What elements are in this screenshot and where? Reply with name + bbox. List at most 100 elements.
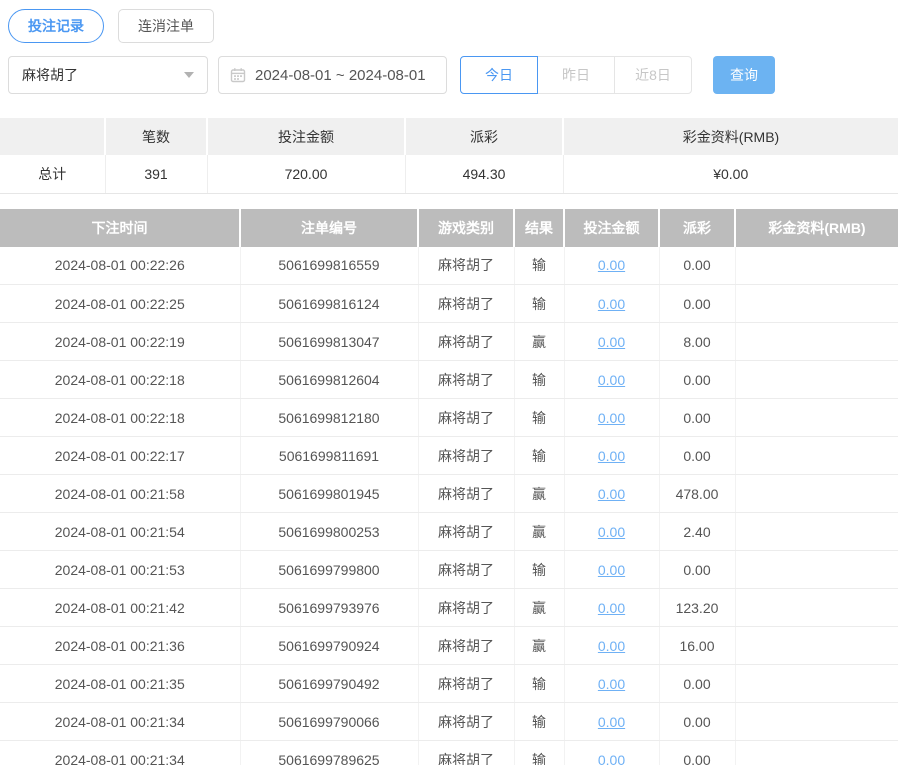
bet-amount-cell: 0.00 bbox=[564, 475, 659, 513]
bet-amount-link[interactable]: 0.00 bbox=[598, 410, 625, 426]
summary-header-row: 笔数 投注金额 派彩 彩金资料(RMB) bbox=[0, 118, 898, 155]
bet-time-cell: 2024-08-01 00:21:35 bbox=[0, 665, 240, 703]
bet-amount-cell: 0.00 bbox=[564, 551, 659, 589]
summary-col-jackpot: 彩金资料(RMB) bbox=[563, 118, 898, 155]
jackpot-cell bbox=[735, 247, 898, 285]
bet-amount-cell: 0.00 bbox=[564, 741, 659, 765]
bet-amount-cell: 0.00 bbox=[564, 399, 659, 437]
table-row: 2024-08-01 00:21:355061699790492麻将胡了输0.0… bbox=[0, 665, 898, 703]
result-cell: 赢 bbox=[514, 627, 564, 665]
order-id-cell: 5061699813047 bbox=[240, 323, 418, 361]
game-type-cell: 麻将胡了 bbox=[418, 589, 514, 627]
payout-cell: 478.00 bbox=[659, 475, 735, 513]
order-id-cell: 5061699790066 bbox=[240, 703, 418, 741]
payout-cell: 2.40 bbox=[659, 513, 735, 551]
bet-amount-link[interactable]: 0.00 bbox=[598, 638, 625, 654]
game-type-cell: 麻将胡了 bbox=[418, 437, 514, 475]
order-id-cell: 5061699812180 bbox=[240, 399, 418, 437]
payout-cell: 0.00 bbox=[659, 551, 735, 589]
bet-amount-link[interactable]: 0.00 bbox=[598, 448, 625, 464]
bet-time-cell: 2024-08-01 00:21:36 bbox=[0, 627, 240, 665]
date-range-input[interactable]: 2024-08-01 ~ 2024-08-01 bbox=[218, 56, 447, 94]
game-type-cell: 麻将胡了 bbox=[418, 741, 514, 765]
col-jackpot: 彩金资料(RMB) bbox=[735, 209, 898, 247]
summary-col-payout: 派彩 bbox=[405, 118, 563, 155]
table-row: 2024-08-01 00:22:185061699812180麻将胡了输0.0… bbox=[0, 399, 898, 437]
result-cell: 输 bbox=[514, 361, 564, 399]
result-cell: 输 bbox=[514, 703, 564, 741]
bet-amount-link[interactable]: 0.00 bbox=[598, 486, 625, 502]
result-cell: 输 bbox=[514, 665, 564, 703]
query-button[interactable]: 查询 bbox=[713, 56, 775, 94]
bet-amount-link[interactable]: 0.00 bbox=[598, 752, 625, 765]
jackpot-cell bbox=[735, 475, 898, 513]
game-type-select[interactable]: 麻将胡了 bbox=[8, 56, 208, 94]
summary-total-label: 总计 bbox=[0, 155, 105, 193]
bet-amount-cell: 0.00 bbox=[564, 627, 659, 665]
order-id-cell: 5061699790492 bbox=[240, 665, 418, 703]
order-id-cell: 5061699812604 bbox=[240, 361, 418, 399]
jackpot-cell bbox=[735, 627, 898, 665]
order-id-cell: 5061699799800 bbox=[240, 551, 418, 589]
bet-amount-link[interactable]: 0.00 bbox=[598, 257, 625, 273]
bet-amount-cell: 0.00 bbox=[564, 247, 659, 285]
game-type-cell: 麻将胡了 bbox=[418, 475, 514, 513]
bet-amount-cell: 0.00 bbox=[564, 361, 659, 399]
range-today-button[interactable]: 今日 bbox=[460, 56, 538, 94]
bet-time-cell: 2024-08-01 00:21:34 bbox=[0, 741, 240, 765]
table-row: 2024-08-01 00:21:425061699793976麻将胡了赢0.0… bbox=[0, 589, 898, 627]
bet-amount-link[interactable]: 0.00 bbox=[598, 600, 625, 616]
col-bet-time: 下注时间 bbox=[0, 209, 240, 247]
table-row: 2024-08-01 00:21:585061699801945麻将胡了赢0.0… bbox=[0, 475, 898, 513]
order-id-cell: 5061699800253 bbox=[240, 513, 418, 551]
bet-amount-link[interactable]: 0.00 bbox=[598, 334, 625, 350]
bet-amount-link[interactable]: 0.00 bbox=[598, 676, 625, 692]
table-row: 2024-08-01 00:22:195061699813047麻将胡了赢0.0… bbox=[0, 323, 898, 361]
col-game-type: 游戏类别 bbox=[418, 209, 514, 247]
game-type-cell: 麻将胡了 bbox=[418, 247, 514, 285]
payout-cell: 0.00 bbox=[659, 703, 735, 741]
tab-bet-records[interactable]: 投注记录 bbox=[8, 9, 104, 43]
summary-col-empty bbox=[0, 118, 105, 155]
table-row: 2024-08-01 00:22:185061699812604麻将胡了输0.0… bbox=[0, 361, 898, 399]
jackpot-cell bbox=[735, 703, 898, 741]
summary-col-count: 笔数 bbox=[105, 118, 207, 155]
bet-time-cell: 2024-08-01 00:21:53 bbox=[0, 551, 240, 589]
bet-amount-cell: 0.00 bbox=[564, 665, 659, 703]
game-type-cell: 麻将胡了 bbox=[418, 513, 514, 551]
jackpot-cell bbox=[735, 323, 898, 361]
jackpot-cell bbox=[735, 551, 898, 589]
payout-cell: 0.00 bbox=[659, 437, 735, 475]
game-type-cell: 麻将胡了 bbox=[418, 551, 514, 589]
table-row: 2024-08-01 00:22:175061699811691麻将胡了输0.0… bbox=[0, 437, 898, 475]
payout-cell: 0.00 bbox=[659, 399, 735, 437]
result-cell: 输 bbox=[514, 247, 564, 285]
jackpot-cell bbox=[735, 589, 898, 627]
date-range-value: 2024-08-01 ~ 2024-08-01 bbox=[255, 67, 426, 84]
game-type-cell: 麻将胡了 bbox=[418, 399, 514, 437]
range-yesterday-button[interactable]: 昨日 bbox=[537, 56, 615, 94]
payout-cell: 0.00 bbox=[659, 285, 735, 323]
game-type-cell: 麻将胡了 bbox=[418, 361, 514, 399]
payout-cell: 0.00 bbox=[659, 741, 735, 765]
col-bet-amount: 投注金额 bbox=[564, 209, 659, 247]
bet-time-cell: 2024-08-01 00:22:26 bbox=[0, 247, 240, 285]
tab-cancelled-orders[interactable]: 连消注单 bbox=[118, 9, 214, 43]
bet-amount-link[interactable]: 0.00 bbox=[598, 714, 625, 730]
table-row: 2024-08-01 00:21:365061699790924麻将胡了赢0.0… bbox=[0, 627, 898, 665]
bet-amount-link[interactable]: 0.00 bbox=[598, 372, 625, 388]
table-row: 2024-08-01 00:22:255061699816124麻将胡了输0.0… bbox=[0, 285, 898, 323]
chevron-down-icon bbox=[184, 72, 194, 78]
jackpot-cell bbox=[735, 741, 898, 765]
jackpot-cell bbox=[735, 437, 898, 475]
bet-amount-link[interactable]: 0.00 bbox=[598, 296, 625, 312]
table-row: 2024-08-01 00:22:265061699816559麻将胡了输0.0… bbox=[0, 247, 898, 285]
payout-cell: 0.00 bbox=[659, 247, 735, 285]
bet-amount-link[interactable]: 0.00 bbox=[598, 562, 625, 578]
bet-amount-link[interactable]: 0.00 bbox=[598, 524, 625, 540]
result-cell: 赢 bbox=[514, 475, 564, 513]
result-cell: 赢 bbox=[514, 589, 564, 627]
range-last8days-button[interactable]: 近8日 bbox=[614, 56, 692, 94]
table-row: 2024-08-01 00:21:535061699799800麻将胡了输0.0… bbox=[0, 551, 898, 589]
summary-total-row: 总计 391 720.00 494.30 ¥0.00 bbox=[0, 155, 898, 193]
